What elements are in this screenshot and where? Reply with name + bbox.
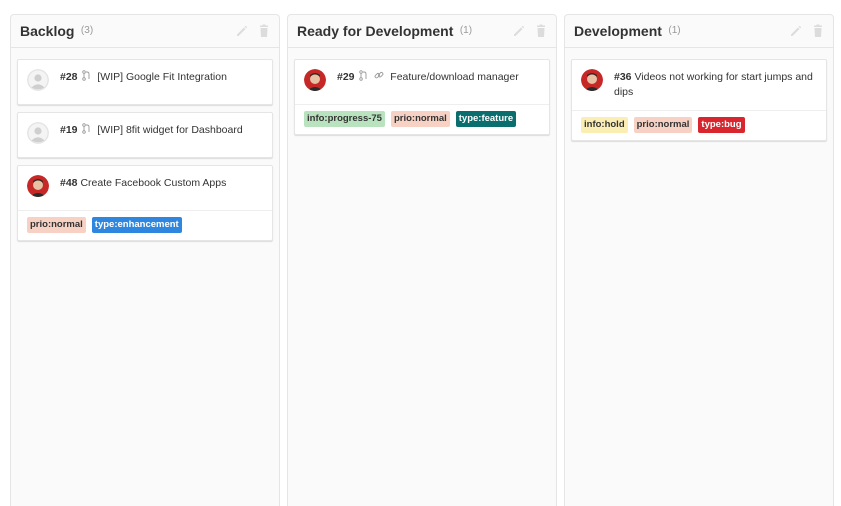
user-avatar <box>304 69 326 91</box>
merge-request-icon <box>82 70 91 81</box>
label-type-feature[interactable]: type:feature <box>455 111 517 127</box>
column-count: (3) <box>80 25 94 37</box>
issue-title[interactable]: Feature/download manager <box>390 71 518 83</box>
label-info-hold[interactable]: info:hold <box>581 117 628 133</box>
default-avatar <box>27 122 49 144</box>
column-title: Development <box>574 22 662 39</box>
label-list: prio:normal type:enhancement <box>18 210 272 240</box>
merge-request-icon <box>82 123 91 134</box>
issue-number: #29 <box>337 71 355 83</box>
label-prio-normal[interactable]: prio:normal <box>633 117 693 133</box>
label-list: info:hold prio:normal type:bug <box>572 110 826 140</box>
column-actions <box>512 24 548 38</box>
issue-card[interactable]: #29 Feature/download manager info:progre… <box>294 59 550 135</box>
label-prio-normal[interactable]: prio:normal <box>27 217 86 233</box>
issue-card[interactable]: #48 Create Facebook Custom Apps prio:nor… <box>17 165 273 241</box>
card-list: #29 Feature/download manager info:progre… <box>288 48 556 135</box>
issue-title[interactable]: [WIP] Google Fit Integration <box>97 71 227 83</box>
user-avatar <box>27 175 49 197</box>
issue-title[interactable]: Videos not working for start jumps and d… <box>614 71 813 98</box>
default-avatar <box>27 69 49 91</box>
column-count: (1) <box>668 25 681 37</box>
column-actions <box>235 24 271 38</box>
pencil-icon[interactable] <box>235 24 249 38</box>
issue-number: #36 <box>614 71 632 83</box>
label-type-bug[interactable]: type:bug <box>698 117 745 133</box>
issue-number: #28 <box>60 71 78 83</box>
board-column-development: Development (1) #36 Videos not working f… <box>564 14 834 506</box>
issue-title[interactable]: Create Facebook Custom Apps <box>80 177 226 189</box>
issue-number: #48 <box>60 177 78 189</box>
column-header: Ready for Development (1) <box>288 15 556 48</box>
board-column-backlog: Backlog (3) #28 [WIP] Google Fit Integra… <box>10 14 280 506</box>
card-list: #36 Videos not working for start jumps a… <box>565 48 833 141</box>
issue-title[interactable]: [WIP] 8fit widget for Dashboard <box>97 124 242 136</box>
column-header: Backlog (3) <box>11 15 279 48</box>
user-avatar <box>581 69 603 91</box>
issue-number: #19 <box>60 124 78 136</box>
merge-request-icon <box>359 70 368 81</box>
column-title: Backlog <box>20 22 75 39</box>
label-type-enhancement[interactable]: type:enhancement <box>91 217 182 233</box>
trash-icon[interactable] <box>811 24 825 38</box>
trash-icon[interactable] <box>534 24 548 38</box>
column-header: Development (1) <box>565 15 833 48</box>
card-list: #28 [WIP] Google Fit Integration #19 [WI… <box>11 48 279 241</box>
column-actions <box>789 24 825 38</box>
column-title: Ready for Development <box>297 22 454 39</box>
board-column-ready-for-development: Ready for Development (1) #29 Feature/do… <box>287 14 557 506</box>
issue-board: Backlog (3) #28 [WIP] Google Fit Integra… <box>0 0 841 506</box>
label-list: info:progress-75 prio:normal type:featur… <box>295 104 549 134</box>
trash-icon[interactable] <box>257 24 271 38</box>
issue-card[interactable]: #19 [WIP] 8fit widget for Dashboard <box>17 112 273 158</box>
issue-card[interactable]: #36 Videos not working for start jumps a… <box>571 59 827 141</box>
issue-card[interactable]: #28 [WIP] Google Fit Integration <box>17 59 273 105</box>
column-count: (1) <box>459 25 473 37</box>
pencil-icon[interactable] <box>789 24 803 38</box>
link-icon <box>374 70 384 81</box>
label-prio-normal[interactable]: prio:normal <box>390 111 450 127</box>
pencil-icon[interactable] <box>512 24 526 38</box>
label-info-progress-75[interactable]: info:progress-75 <box>304 111 385 127</box>
